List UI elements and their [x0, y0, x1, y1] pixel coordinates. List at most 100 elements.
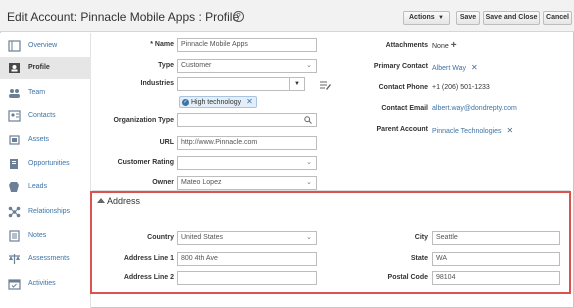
actions-label: Actions — [409, 14, 435, 21]
sidebar-item-profile[interactable]: Profile — [0, 57, 91, 79]
search-icon[interactable] — [304, 116, 312, 124]
sidebar-item-assets[interactable]: Assets — [0, 129, 91, 151]
sidebar-item-assessments[interactable]: Assessments — [0, 248, 91, 270]
industry-tag-label: High technology — [190, 99, 242, 106]
assessments-icon — [9, 254, 20, 264]
sidebar-item-label: Opportunities — [28, 160, 70, 167]
sidebar: Overview Profile Team Contacts Assets Op… — [0, 33, 91, 308]
attachments-label: Attachments — [385, 42, 428, 49]
chevron-down-icon: ⌄ — [306, 159, 312, 166]
customer-rating-select[interactable]: ⌄ — [177, 156, 317, 170]
collapse-triangle-icon[interactable] — [97, 198, 105, 203]
sidebar-item-team[interactable]: Team — [0, 82, 91, 104]
sidebar-item-label: Notes — [28, 232, 47, 239]
parent-account-label: Parent Account — [376, 126, 428, 133]
caret-down-icon: ▼ — [294, 81, 300, 87]
remove-contact-icon[interactable]: ✕ — [471, 63, 478, 72]
save-and-close-button[interactable]: Save and Close — [483, 11, 540, 25]
attachments-value: None + — [432, 40, 457, 51]
primary-contact-label: Primary Contact — [373, 63, 428, 70]
sidebar-item-relationships[interactable]: Relationships — [0, 201, 91, 223]
url-label: URL — [159, 139, 174, 146]
parent-account-value: Pinnacle Technologies ✕ — [432, 126, 513, 135]
profile-icon — [9, 63, 20, 73]
primary-contact-link[interactable]: Albert Way — [432, 65, 466, 72]
sidebar-item-label: Assets — [28, 136, 50, 143]
type-label: Type — [158, 62, 174, 69]
chevron-down-icon: ⌄ — [306, 179, 312, 186]
contact-email-link[interactable]: albert.way@dondrepty.com — [432, 105, 517, 112]
help-circle-icon[interactable]: ? — [233, 11, 244, 22]
owner-select[interactable]: Mateo Lopez ⌄ — [177, 176, 317, 190]
city-label: City — [414, 234, 428, 241]
address-line-1-field[interactable]: 800 4th Ave — [177, 252, 317, 266]
sidebar-item-label: Overview — [28, 42, 58, 49]
team-icon — [9, 89, 20, 98]
country-value: United States — [181, 234, 224, 241]
contact-phone-value: +1 (206) 501-1233 — [432, 84, 490, 91]
primary-contact-value: Albert Way ✕ — [432, 63, 478, 72]
page-header: Edit Account: Pinnacle Mobile Apps : Pro… — [0, 0, 574, 32]
url-field[interactable]: http://www.Pinnacle.com — [177, 136, 317, 150]
required-asterisk: * — [150, 41, 153, 48]
postal-code-field[interactable]: 98104 — [432, 271, 560, 285]
owner-label: Owner — [152, 179, 174, 186]
address-line-2-field[interactable] — [177, 271, 317, 285]
sidebar-item-label: Contacts — [28, 112, 56, 119]
sidebar-item-label: Assessments — [28, 255, 70, 262]
chevron-down-icon: ⌄ — [306, 234, 312, 241]
sidebar-item-activities[interactable]: Activities — [0, 273, 91, 295]
cancel-button[interactable]: Cancel — [543, 11, 572, 25]
remove-parent-account-icon[interactable]: ✕ — [507, 126, 514, 135]
country-select[interactable]: United States ⌄ — [177, 231, 317, 245]
organization-type-field[interactable] — [177, 113, 317, 127]
name-field[interactable]: Pinnacle Mobile Apps — [177, 38, 317, 52]
contact-phone-label: Contact Phone — [378, 84, 428, 91]
leads-icon — [9, 182, 19, 192]
actions-button[interactable]: Actions ▼ — [403, 11, 450, 25]
sidebar-item-contacts[interactable]: Contacts — [0, 105, 91, 127]
save-button[interactable]: Save — [456, 11, 480, 25]
state-field[interactable]: WA — [432, 252, 560, 266]
industries-field[interactable] — [177, 77, 305, 91]
customer-rating-label: Customer Rating — [117, 159, 174, 166]
industries-label: Industries — [140, 80, 174, 87]
name-label: * Name — [150, 41, 174, 48]
sidebar-item-label: Relationships — [28, 208, 71, 215]
assets-icon — [9, 135, 20, 145]
sidebar-item-label: Leads — [28, 183, 48, 190]
sidebar-item-opportunities[interactable]: Opportunities — [0, 153, 91, 175]
state-label: State — [410, 255, 428, 262]
organization-type-label: Organization Type — [113, 117, 174, 124]
type-select[interactable]: Customer ⌄ — [177, 59, 317, 73]
owner-value: Mateo Lopez — [181, 179, 222, 186]
edit-list-icon[interactable] — [320, 80, 331, 90]
sidebar-item-leads[interactable]: Leads — [0, 176, 91, 198]
sidebar-item-overview[interactable]: Overview — [0, 35, 91, 57]
country-label: Country — [147, 234, 174, 241]
notes-icon — [9, 230, 20, 242]
parent-account-link[interactable]: Pinnacle Technologies — [432, 128, 502, 135]
remove-tag-icon[interactable]: ✕ — [246, 97, 253, 106]
overview-icon — [8, 40, 21, 52]
industries-dropdown-button[interactable]: ▼ — [289, 77, 305, 91]
city-field[interactable]: Seattle — [432, 231, 560, 245]
address-line-2-label: Address Line 2 — [123, 274, 174, 281]
address-section-title: Address — [107, 196, 141, 206]
postal-code-label: Postal Code — [387, 274, 428, 281]
contacts-icon — [8, 110, 21, 122]
industry-tag: ✓ High technology ✕ — [179, 96, 257, 108]
relationships-icon — [8, 206, 21, 218]
sidebar-item-label: Activities — [28, 280, 56, 287]
chevron-down-icon: ⌄ — [306, 62, 312, 69]
sidebar-item-notes[interactable]: Notes — [0, 225, 91, 247]
chevron-down-icon: ▼ — [438, 15, 444, 21]
check-circle-icon: ✓ — [182, 98, 189, 106]
sidebar-item-label: Profile — [28, 64, 50, 71]
activities-icon — [8, 279, 21, 290]
opportunities-icon — [10, 159, 18, 169]
address-line-1-label: Address Line 1 — [123, 255, 174, 262]
add-attachment-icon[interactable]: + — [451, 40, 457, 51]
page-title: Edit Account: Pinnacle Mobile Apps : Pro… — [7, 10, 240, 24]
type-value: Customer — [181, 62, 212, 69]
